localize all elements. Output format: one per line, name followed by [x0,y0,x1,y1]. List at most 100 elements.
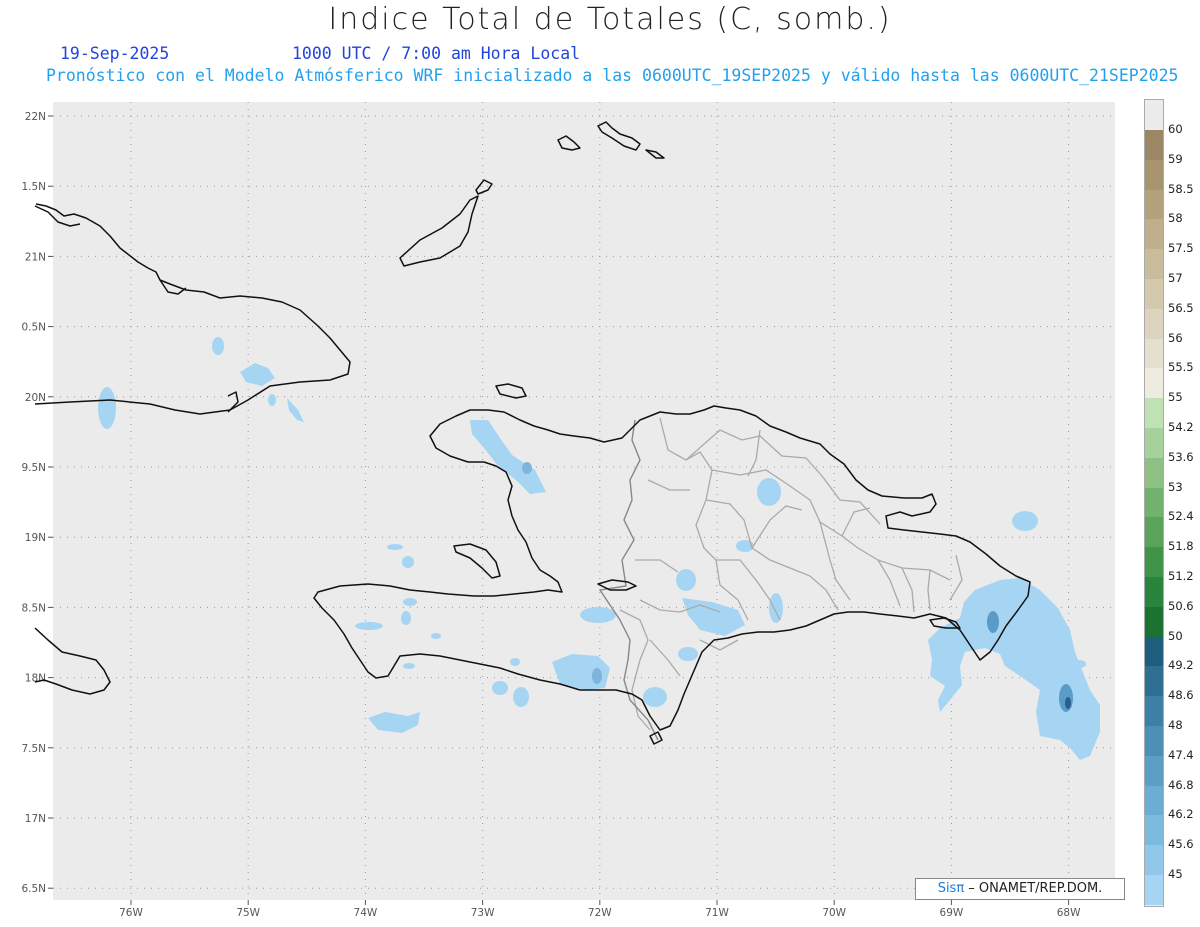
latitude-label: 22N [25,111,46,123]
shade-area-dark [1065,697,1071,709]
shade-area [580,607,616,623]
shade-area [355,622,383,630]
shade-area-dark [592,668,602,684]
longitude-label: 72W [588,907,612,919]
shade-area [268,394,276,406]
weather-map: 22N 1.5N 21N 0.5N 20N 9.5N 19N 8.5N 18N 7.5N 17N 6.… [21,102,1115,919]
latitude-label: 20N [25,392,46,404]
latitude-label: 19N [25,532,46,544]
shade-area-dark [987,611,999,633]
credit-org: – ONAMET/REP.DOM. [964,881,1103,896]
latitude-label: 7.5N [21,743,46,755]
colorbar-label: 49.2 [1168,658,1194,673]
shade-area [757,478,781,506]
sis-logo-text: Sisπ [937,881,965,896]
colorbar-label: 59 [1168,151,1183,166]
shade-area-dark [522,462,532,474]
shade-area [212,337,224,355]
longitude-label: 70W [822,907,846,919]
colorbar-label: 53 [1168,479,1183,494]
shade-area [643,687,667,707]
colorbar-label: 51.2 [1168,569,1194,583]
colorbar-segment [1145,666,1163,697]
colorbar-segment [1145,755,1163,786]
colorbar-segment [1145,249,1163,279]
colorbar-segment [1145,487,1163,518]
longitude-label: 76W [119,907,143,919]
shade-area-dark [1059,684,1073,712]
latitude-label: 0.5N [21,322,46,334]
colorbar-label: 50 [1168,628,1183,643]
colorbar-label: 50.6 [1168,598,1194,613]
shade-area [403,598,417,606]
colorbar-label: 46.8 [1168,777,1194,792]
colorbar-label: 46.2 [1168,807,1194,822]
shade-area [387,544,403,550]
latitude-label: 8.5N [21,602,46,614]
colorbar-label: 55.5 [1168,360,1194,375]
colorbar-label: 54.2 [1168,420,1194,434]
colorbar-segment [1145,130,1163,160]
colorbar-segment [1145,398,1163,428]
colorbar-segment [1145,875,1163,905]
colorbar-segment [1145,368,1163,399]
shade-area [402,556,414,568]
colorbar-label: 58 [1168,211,1183,226]
shade-area [401,611,411,625]
latitude-label: 18N [25,673,46,685]
colorbar-label: 58.5 [1168,181,1194,196]
colorbar-segment [1145,547,1163,577]
shade-area [513,687,529,707]
colorbar-segment [1145,219,1163,250]
shade-area [431,633,441,639]
shade-area [678,647,698,661]
colorbar-segment [1145,308,1163,339]
longitude-label: 73W [471,907,495,919]
colorbar-label: 60 [1168,122,1183,136]
longitude-label: 71W [705,907,729,919]
colorbar-segment [1145,606,1163,637]
shade-area [1074,660,1086,668]
latitude-label: 6.5N [21,883,46,895]
shade-area [676,569,696,591]
longitude-label: 75W [236,907,260,919]
colorbar-label: 55 [1168,390,1183,405]
credit-box: Sisπ – ONAMET/REP.DOM. [915,878,1125,900]
latitude-label: 9.5N [21,462,46,474]
colorbar-segment [1145,189,1163,220]
colorbar-segment [1145,636,1163,667]
longitude-label: 74W [354,907,378,919]
shade-area [403,663,415,669]
colorbar-segment [1145,726,1163,756]
latitude-label: 17N [25,813,46,825]
colorbar-segment [1145,338,1163,369]
colorbar-segment [1145,696,1163,726]
colorbar-segment [1145,577,1163,607]
colorbar-segment [1145,279,1163,309]
colorbar-label: 48.6 [1168,688,1194,703]
colorbar-segment [1145,517,1163,548]
colorbar [1144,99,1164,907]
colorbar-label: 57 [1168,271,1183,285]
colorbar-label: 53.6 [1168,449,1194,464]
colorbar-label: 56 [1168,330,1183,345]
colorbar-label: 48 [1168,718,1183,732]
shade-area [492,681,508,695]
shade-area [510,658,520,666]
colorbar-label: 51.8 [1168,539,1194,554]
shade-area [98,387,116,429]
colorbar-label: 56.5 [1168,300,1194,315]
shade-area [769,593,783,623]
latitude-label: 21N [25,251,46,263]
map-background [53,102,1115,900]
longitude-label: 68W [1057,907,1081,919]
colorbar-label: 47.4 [1168,747,1194,762]
colorbar-segment [1145,815,1163,846]
shade-area [1012,511,1038,531]
colorbar-label: 45.6 [1168,837,1194,852]
colorbar-label: 45 [1168,867,1183,881]
colorbar-segment [1145,428,1163,458]
colorbar-segment [1145,785,1163,816]
latitude-label: 1.5N [21,181,46,193]
colorbar-segment [1145,159,1163,190]
